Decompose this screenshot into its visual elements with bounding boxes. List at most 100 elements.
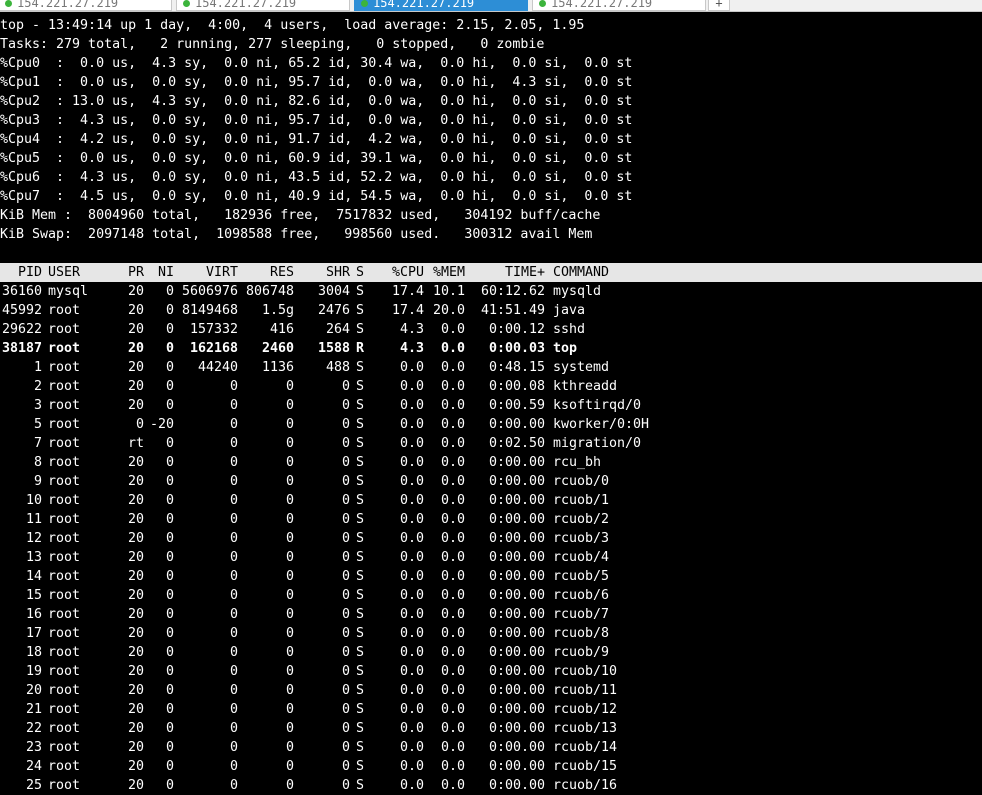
process-virt: 0 bbox=[229, 607, 238, 622]
process-time: 0:00.00 bbox=[488, 721, 545, 736]
process-shr: 0 bbox=[341, 759, 350, 774]
process-time: 41:51.49 bbox=[480, 303, 545, 318]
process-state: S bbox=[356, 303, 365, 318]
process-mem-percent: 0.0 bbox=[440, 778, 465, 793]
process-shr: 0 bbox=[341, 683, 350, 698]
process-cpu-percent: 0.0 bbox=[399, 721, 424, 736]
column-header-mem: %MEM bbox=[432, 265, 465, 280]
process-state: S bbox=[356, 360, 365, 375]
process-command: rcuob/8 bbox=[553, 626, 610, 641]
process-priority: 0 bbox=[135, 417, 144, 432]
process-state: S bbox=[356, 474, 365, 489]
process-virt: 0 bbox=[229, 550, 238, 565]
column-header-ni: NI bbox=[157, 265, 174, 280]
process-mem-percent: 0.0 bbox=[440, 360, 465, 375]
process-user: root bbox=[48, 455, 81, 470]
process-cpu-percent: 0.0 bbox=[399, 531, 424, 546]
process-priority: 20 bbox=[127, 512, 144, 527]
process-state: S bbox=[356, 322, 365, 337]
process-cpu-percent: 0.0 bbox=[399, 778, 424, 793]
connected-status-icon bbox=[361, 0, 368, 7]
tab-session-4[interactable]: 154.221.27.219 bbox=[532, 0, 706, 11]
process-time: 0:00.00 bbox=[488, 702, 545, 717]
process-command: sshd bbox=[553, 322, 586, 337]
terminal-output[interactable]: top - 13:49:14 up 1 day, 4:00, 4 users, … bbox=[0, 16, 982, 795]
process-cpu-percent: 0.0 bbox=[399, 683, 424, 698]
column-header-time: TIME+ bbox=[504, 265, 545, 280]
process-time: 0:00.00 bbox=[488, 664, 545, 679]
process-virt: 0 bbox=[229, 588, 238, 603]
process-virt: 8149468 bbox=[181, 303, 238, 318]
process-cpu-percent: 0.0 bbox=[399, 493, 424, 508]
process-cpu-percent: 0.0 bbox=[399, 360, 424, 375]
process-nice: 0 bbox=[165, 341, 174, 356]
process-shr: 0 bbox=[341, 626, 350, 641]
process-user: root bbox=[48, 588, 81, 603]
process-res: 0 bbox=[285, 436, 294, 451]
process-priority: 20 bbox=[127, 284, 144, 299]
process-res: 0 bbox=[285, 531, 294, 546]
new-tab-button[interactable]: + bbox=[708, 0, 730, 11]
process-pid: 12 bbox=[25, 531, 42, 546]
process-shr: 0 bbox=[341, 569, 350, 584]
process-cpu-percent: 0.0 bbox=[399, 645, 424, 660]
process-cpu-percent: 0.0 bbox=[399, 398, 424, 413]
process-command: rcuob/5 bbox=[553, 569, 610, 584]
process-time: 0:00.00 bbox=[488, 740, 545, 755]
process-priority: 20 bbox=[127, 702, 144, 717]
process-nice: 0 bbox=[165, 645, 174, 660]
process-cpu-percent: 4.3 bbox=[399, 341, 424, 356]
process-shr: 0 bbox=[341, 702, 350, 717]
process-virt: 0 bbox=[229, 683, 238, 698]
process-nice: 0 bbox=[165, 493, 174, 508]
process-mem-percent: 0.0 bbox=[440, 512, 465, 527]
process-mem-percent: 0.0 bbox=[440, 626, 465, 641]
process-user: root bbox=[48, 398, 81, 413]
process-time: 0:00.00 bbox=[488, 531, 545, 546]
process-cpu-percent: 0.0 bbox=[399, 759, 424, 774]
tab-session-3[interactable]: 154.221.27.219 bbox=[354, 0, 528, 11]
process-nice: 0 bbox=[165, 683, 174, 698]
process-mem-percent: 0.0 bbox=[440, 398, 465, 413]
column-header-pr: PR bbox=[127, 265, 144, 280]
process-user: root bbox=[48, 474, 81, 489]
process-cpu-percent: 17.4 bbox=[391, 284, 424, 299]
process-state: S bbox=[356, 759, 365, 774]
process-nice: -20 bbox=[149, 417, 174, 432]
process-user: root bbox=[48, 417, 81, 432]
process-pid: 11 bbox=[25, 512, 42, 527]
process-cpu-percent: 17.4 bbox=[391, 303, 424, 318]
process-virt: 0 bbox=[229, 626, 238, 641]
process-nice: 0 bbox=[165, 607, 174, 622]
tab-session-1[interactable]: 154.221.27.219 bbox=[0, 0, 172, 11]
tab-session-2[interactable]: 154.221.27.219 bbox=[176, 0, 350, 11]
process-cpu-percent: 4.3 bbox=[399, 322, 424, 337]
process-pid: 24 bbox=[25, 759, 42, 774]
process-virt: 0 bbox=[229, 493, 238, 508]
process-shr: 1588 bbox=[317, 341, 350, 356]
process-list: 36160 mysql 20 0 5606976 806748 3004 S 17.4 10.1 6… bbox=[0, 282, 982, 795]
process-time: 0:00.00 bbox=[488, 645, 545, 660]
column-header-cpu: %CPU bbox=[391, 265, 424, 280]
process-state: S bbox=[356, 569, 365, 584]
column-header-virt: VIRT bbox=[205, 265, 238, 280]
process-virt: 0 bbox=[229, 778, 238, 793]
cpu-line: %Cpu3 : 4.3 us, 0.0 sy, 0.0 ni, 95.7 id,… bbox=[0, 113, 633, 128]
process-nice: 0 bbox=[165, 778, 174, 793]
process-state: S bbox=[356, 550, 365, 565]
process-command: rcuob/3 bbox=[553, 531, 610, 546]
process-mem-percent: 0.0 bbox=[440, 531, 465, 546]
tab-label: 154.221.27.219 bbox=[373, 0, 475, 10]
process-command: rcuob/13 bbox=[553, 721, 618, 736]
process-virt: 0 bbox=[229, 417, 238, 432]
process-row: 22 root 20 0 0 0 0 S 0.0 0.0 0:00.00 rcuob/13 bbox=[0, 719, 982, 738]
process-priority: 20 bbox=[127, 303, 144, 318]
process-user: root bbox=[48, 778, 81, 793]
process-command: rcuob/11 bbox=[553, 683, 618, 698]
process-user: root bbox=[48, 740, 81, 755]
tasks-line: Tasks: 279 total, 2 running, 277 sleepin… bbox=[0, 37, 545, 52]
process-user: root bbox=[48, 550, 81, 565]
process-priority: rt bbox=[127, 436, 144, 451]
process-res: 806748 bbox=[245, 284, 294, 299]
process-command: ksoftirqd/0 bbox=[553, 398, 642, 413]
